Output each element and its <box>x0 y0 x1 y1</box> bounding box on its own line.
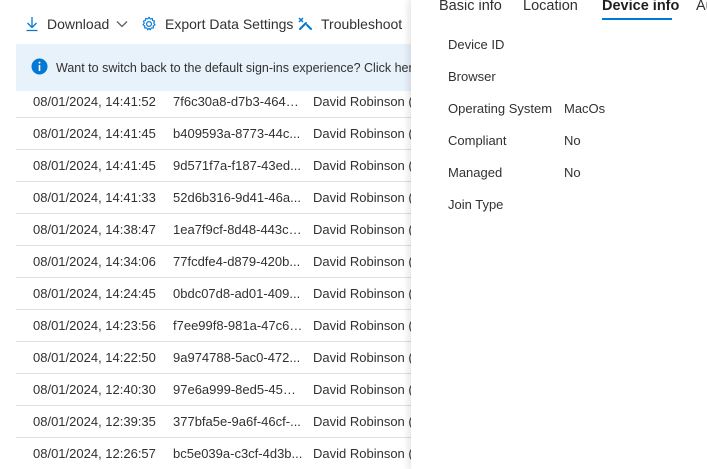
user-name: David Robinson ( <box>313 414 411 429</box>
user-name: David Robinson ( <box>313 158 411 173</box>
table-row[interactable]: 08/01/2024, 12:39:35 377bfa5e-9a6f-46cf-.… <box>16 406 411 438</box>
field-label-join-type: Join Type <box>448 197 504 212</box>
sign-in-date: 08/01/2024, 14:41:45 <box>33 126 156 141</box>
user-name: David Robinson ( <box>313 350 411 365</box>
request-id: 9a974788-5ac0-472... <box>173 350 301 365</box>
user-name: David Robinson ( <box>313 318 411 333</box>
request-id: 97e6a999-8ed5-456f... <box>173 382 303 397</box>
field-label-device-id: Device ID <box>448 37 505 52</box>
request-id: bc5e039a-c3cf-4d3b... <box>173 446 303 461</box>
field-label-compliant: Compliant <box>448 133 507 148</box>
info-icon <box>31 58 48 78</box>
table-row[interactable]: 08/01/2024, 14:41:45 9d571f7a-f187-43ed..… <box>16 150 411 182</box>
table-row[interactable]: 08/01/2024, 14:41:45 b409593a-8773-44c...… <box>16 118 411 150</box>
request-id: 77fcdfe4-d879-420b... <box>173 254 301 269</box>
gear-icon <box>141 16 157 32</box>
download-label: Download <box>47 16 110 32</box>
table-row[interactable]: 08/01/2024, 14:41:33 52d6b316-9d41-46a...… <box>16 182 411 214</box>
table-row[interactable]: 08/01/2024, 14:22:50 9a974788-5ac0-472...… <box>16 342 411 374</box>
field-value-compliant: No <box>564 133 581 148</box>
request-id: 0bdc07d8-ad01-409... <box>173 286 301 301</box>
troubleshoot-label: Troubleshoot <box>321 16 403 32</box>
table-row[interactable]: 08/01/2024, 12:26:57 bc5e039a-c3cf-4d3b..… <box>16 438 411 469</box>
details-tabs: Basic info Location Device info Au <box>411 0 707 22</box>
sign-in-date: 08/01/2024, 14:34:06 <box>33 254 156 269</box>
user-name: David Robinson ( <box>313 126 411 141</box>
user-name: David Robinson ( <box>313 94 411 109</box>
user-name: David Robinson ( <box>313 382 411 397</box>
field-value-managed: No <box>564 165 581 180</box>
tab-basic-info[interactable]: Basic info <box>439 0 502 14</box>
sign-in-date: 08/01/2024, 14:22:50 <box>33 350 156 365</box>
request-id: 1ea7f9cf-8d48-443c-... <box>173 222 303 237</box>
details-panel: Basic info Location Device info Au Devic… <box>411 0 707 469</box>
tab-device-info[interactable]: Device info <box>602 0 679 14</box>
tab-authentication[interactable]: Au <box>696 0 707 14</box>
sign-ins-table: 08/01/2024, 14:41:52 7f6c30a8-d7b3-4648..… <box>16 86 411 469</box>
table-row[interactable]: 08/01/2024, 14:24:45 0bdc07d8-ad01-409...… <box>16 278 411 310</box>
export-data-settings-label: Export Data Settings <box>165 16 294 32</box>
request-id: 9d571f7a-f187-43ed... <box>173 158 301 173</box>
request-id: 52d6b316-9d41-46a... <box>173 190 301 205</box>
request-id: f7ee99f8-981a-47c6-... <box>173 318 303 333</box>
download-icon <box>25 16 39 32</box>
chevron-down-icon <box>116 20 128 28</box>
table-row[interactable]: 08/01/2024, 14:41:52 7f6c30a8-d7b3-4648..… <box>16 86 411 118</box>
sign-in-date: 08/01/2024, 14:24:45 <box>33 286 156 301</box>
sign-ins-list-area: Download Export Data Settings Troublesho… <box>0 0 411 469</box>
field-value-operating-system: MacOs <box>564 101 606 116</box>
download-button[interactable]: Download <box>25 14 128 34</box>
table-row[interactable]: 08/01/2024, 14:38:47 1ea7f9cf-8d48-443c-.… <box>16 214 411 246</box>
user-name: David Robinson ( <box>313 222 411 237</box>
export-data-settings-button[interactable]: Export Data Settings <box>141 14 293 34</box>
request-id: 377bfa5e-9a6f-46cf-... <box>173 414 301 429</box>
user-name: David Robinson ( <box>313 446 411 461</box>
sign-in-date: 08/01/2024, 14:41:33 <box>33 190 156 205</box>
request-id: b409593a-8773-44c... <box>173 126 301 141</box>
tab-location[interactable]: Location <box>523 0 578 14</box>
info-banner[interactable]: Want to switch back to the default sign-… <box>16 44 411 91</box>
active-tab-indicator <box>602 18 672 20</box>
table-row[interactable]: 08/01/2024, 14:23:56 f7ee99f8-981a-47c6-.… <box>16 310 411 342</box>
table-row[interactable]: 08/01/2024, 12:40:30 97e6a999-8ed5-456f..… <box>16 374 411 406</box>
sign-in-date: 08/01/2024, 14:38:47 <box>33 222 156 237</box>
table-row[interactable]: 08/01/2024, 14:34:06 77fcdfe4-d879-420b..… <box>16 246 411 278</box>
sign-in-date: 08/01/2024, 14:41:45 <box>33 158 156 173</box>
command-bar: Download Export Data Settings Troublesho… <box>0 0 411 44</box>
banner-text[interactable]: Want to switch back to the default sign-… <box>56 61 411 75</box>
user-name: David Robinson ( <box>313 254 411 269</box>
sign-in-date: 08/01/2024, 14:23:56 <box>33 318 156 333</box>
sign-in-date: 08/01/2024, 12:39:35 <box>33 414 156 429</box>
field-label-managed: Managed <box>448 165 503 180</box>
sign-in-date: 08/01/2024, 12:26:57 <box>33 446 156 461</box>
request-id: 7f6c30a8-d7b3-4648... <box>173 94 303 109</box>
user-name: David Robinson ( <box>313 286 411 301</box>
field-label-browser: Browser <box>448 69 496 84</box>
sign-in-date: 08/01/2024, 12:40:30 <box>33 382 156 397</box>
troubleshoot-button[interactable]: Troubleshoot <box>297 14 402 34</box>
wrench-icon <box>297 16 313 32</box>
field-label-operating-system: Operating System <box>448 101 553 116</box>
user-name: David Robinson ( <box>313 190 411 205</box>
sign-in-date: 08/01/2024, 14:41:52 <box>33 94 156 109</box>
